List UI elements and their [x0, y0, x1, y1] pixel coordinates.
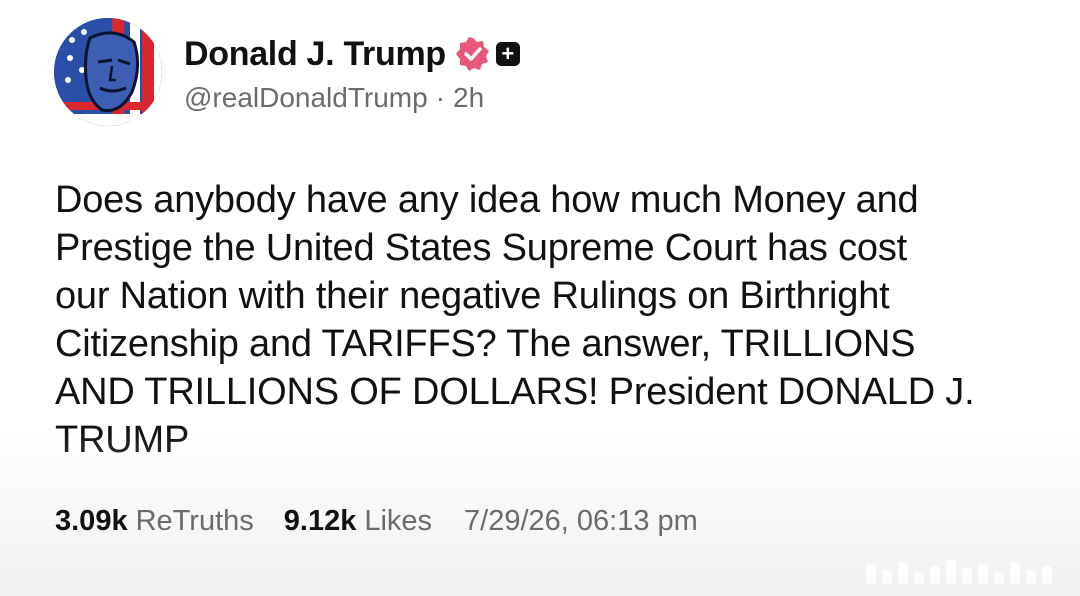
likes-stat[interactable]: 9.12k Likes [284, 505, 432, 538]
post-meta: @realDonaldTrump · 2h [184, 82, 484, 114]
retruths-label: ReTruths [135, 505, 254, 537]
avatar-image [54, 18, 162, 126]
retruths-count: 3.09k [55, 505, 128, 537]
likes-label: Likes [364, 505, 433, 537]
likes-count: 9.12k [283, 505, 357, 537]
time-ago[interactable]: 2h [453, 82, 484, 114]
avatar[interactable] [54, 18, 162, 126]
handle[interactable]: @realDonaldTrump [184, 82, 428, 114]
retruths-stat[interactable]: 3.09k ReTruths [55, 505, 254, 538]
verified-badge-icon [455, 37, 490, 71]
truth-post: Donald J. Trump + @realDonaldTrump · 2h … [0, 0, 1080, 596]
post-body: Does anybody have any idea how much Mone… [55, 179, 975, 461]
post-stats: 3.09k ReTruths 9.12k Likes 7/29/26, 06:1… [55, 505, 698, 538]
plus-badge-icon: + [495, 42, 520, 66]
post-timestamp: 7/29/26, 06:13 pm [464, 505, 698, 537]
watermark [866, 558, 1066, 584]
display-name[interactable]: Donald J. Trump [184, 35, 446, 74]
meta-separator: · [435, 82, 446, 113]
author-name-row: Donald J. Trump + [184, 32, 520, 76]
